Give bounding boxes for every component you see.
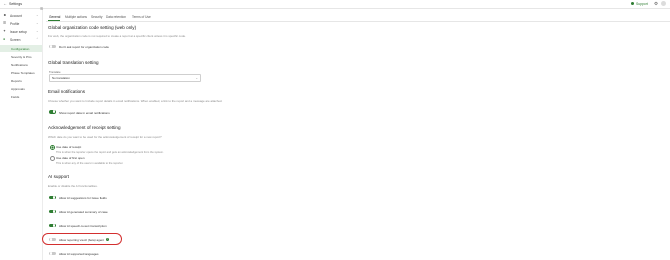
sidebar-item-label: Profile (10, 21, 20, 26)
screen-icon: ● (3, 36, 6, 41)
sidebar-subitem-notifications[interactable]: Notifications (0, 61, 42, 68)
collapse-sidebar-icon[interactable]: ☰ (40, 7, 43, 11)
sidebar-subitem-label: Fields (11, 94, 20, 99)
email-notifications-toggle-label: Show report data in email notifications (59, 110, 110, 115)
support-icon[interactable] (631, 1, 634, 5)
sidebar-subitem-approvals[interactable]: Approvals (0, 85, 42, 92)
sidebar-subitem-label: Configuration (11, 46, 30, 51)
org-code-toggle[interactable] (49, 44, 56, 49)
top-bar: ← Settings Support ⚙ (0, 0, 670, 9)
section-title-org-code: Global organization code setting (web on… (48, 25, 137, 30)
ai-summary-toggle[interactable] (49, 209, 56, 214)
email-notifications-toggle[interactable] (49, 110, 56, 114)
sidebar-item-screen[interactable]: ● Screen ⌃ (0, 36, 42, 43)
support-link[interactable]: Support (636, 2, 648, 6)
sidebar: ☻ Account ⌄ ☰ Profile ⌄ ✦ Issue setup ⌄ … (0, 9, 43, 260)
ai-languages-toggle[interactable] (49, 251, 56, 256)
radio-sub-date-of-receipt: This is when the reporter opens the repo… (56, 150, 164, 154)
tab-security[interactable]: Security (91, 15, 103, 19)
app-title: Settings (9, 1, 22, 6)
sidebar-subitem-reports[interactable]: Reports (0, 77, 42, 84)
tab-general[interactable]: General (49, 15, 60, 19)
sidebar-item-label: Account (10, 13, 22, 18)
radio-sub-date-of-first-open: This is when any of the users in availab… (56, 161, 124, 165)
tab-data-retention[interactable]: Data retention (106, 15, 126, 19)
section-desc-ai: Enable or disable the AI functionalities… (48, 183, 98, 188)
avatar[interactable] (661, 1, 666, 6)
highlight-circle (42, 233, 122, 245)
back-arrow-icon[interactable]: ← (3, 1, 7, 6)
tab-bar: General Multiple actions Security Data r… (46, 13, 670, 22)
radio-label-date-of-receipt: Use date of receipt (56, 145, 82, 149)
sidebar-item-label: Screen (10, 37, 21, 42)
sidebar-subitem-severity[interactable]: Severity & Prio (0, 53, 42, 60)
org-code-toggle-label: Don't ask report for organization code (59, 45, 109, 49)
ai-summary-label: Allow AI generated summary of case (59, 210, 108, 214)
ai-transcription-toggle[interactable] (49, 223, 56, 228)
active-tab-indicator (48, 20, 60, 21)
section-title-ai: AI support (48, 174, 69, 179)
ai-languages-label: Allow AI supported languages (59, 252, 99, 256)
translation-select[interactable]: No translation ⌄ (49, 74, 201, 82)
chevron-down-icon: ⌄ (36, 21, 39, 26)
tab-multiple-actions[interactable]: Multiple actions (65, 15, 87, 19)
sidebar-subitem-label: Severity & Prio (11, 54, 32, 59)
section-desc-ack: Which date do you want to be used for th… (48, 134, 162, 139)
sidebar-item-label: Issue setup (10, 29, 27, 34)
profile-icon: ☰ (3, 20, 7, 25)
section-title-ack: Acknowledgement of receipt setting (48, 125, 121, 130)
ai-transcription-label: Allow AI speech-to-text transcription (59, 224, 107, 228)
chevron-down-icon: ⌄ (36, 13, 39, 18)
section-desc-email: Choose whether you want to Include repor… (48, 98, 223, 103)
chevron-up-icon: ⌃ (36, 37, 39, 42)
section-title-email: Email notifications (48, 89, 86, 94)
sidebar-item-issue-setup[interactable]: ✦ Issue setup ⌄ (0, 28, 42, 35)
translation-select-value: No translation (52, 76, 70, 81)
sidebar-subitem-label: Approvals (11, 86, 25, 91)
ai-suggestions-toggle[interactable] (49, 195, 56, 200)
radio-label-date-of-first-open: Use date of first open (56, 156, 85, 160)
sidebar-subitem-label: Phase Templates (11, 70, 35, 75)
sidebar-subitem-configuration[interactable]: Configuration (0, 45, 42, 52)
section-desc-org-code: For web, the organization code is not re… (48, 34, 186, 38)
sidebar-item-profile[interactable]: ☰ Profile ⌄ (0, 20, 42, 27)
ai-suggestions-label: Allow AI suggestions for Issue fields (59, 196, 107, 200)
tab-terms-of-use[interactable]: Terms of Use (132, 15, 151, 19)
sidebar-subitem-label: Reports (11, 78, 22, 83)
wrench-icon: ✦ (3, 28, 6, 33)
person-icon: ☻ (3, 12, 7, 17)
sidebar-item-account[interactable]: ☻ Account ⌄ (0, 12, 42, 19)
radio-date-of-first-open[interactable] (50, 156, 55, 161)
sidebar-subitem-label: Notifications (11, 62, 28, 67)
gear-icon[interactable]: ⚙ (654, 1, 658, 7)
radio-date-of-receipt[interactable] (50, 145, 55, 150)
chevron-down-icon: ⌄ (36, 29, 39, 34)
sidebar-subitem-phase-templates[interactable]: Phase Templates (0, 69, 42, 76)
chevron-down-icon: ⌄ (195, 75, 198, 80)
section-title-translation: Global translation setting (48, 60, 99, 65)
sidebar-subitem-fields[interactable]: Fields (0, 93, 42, 100)
